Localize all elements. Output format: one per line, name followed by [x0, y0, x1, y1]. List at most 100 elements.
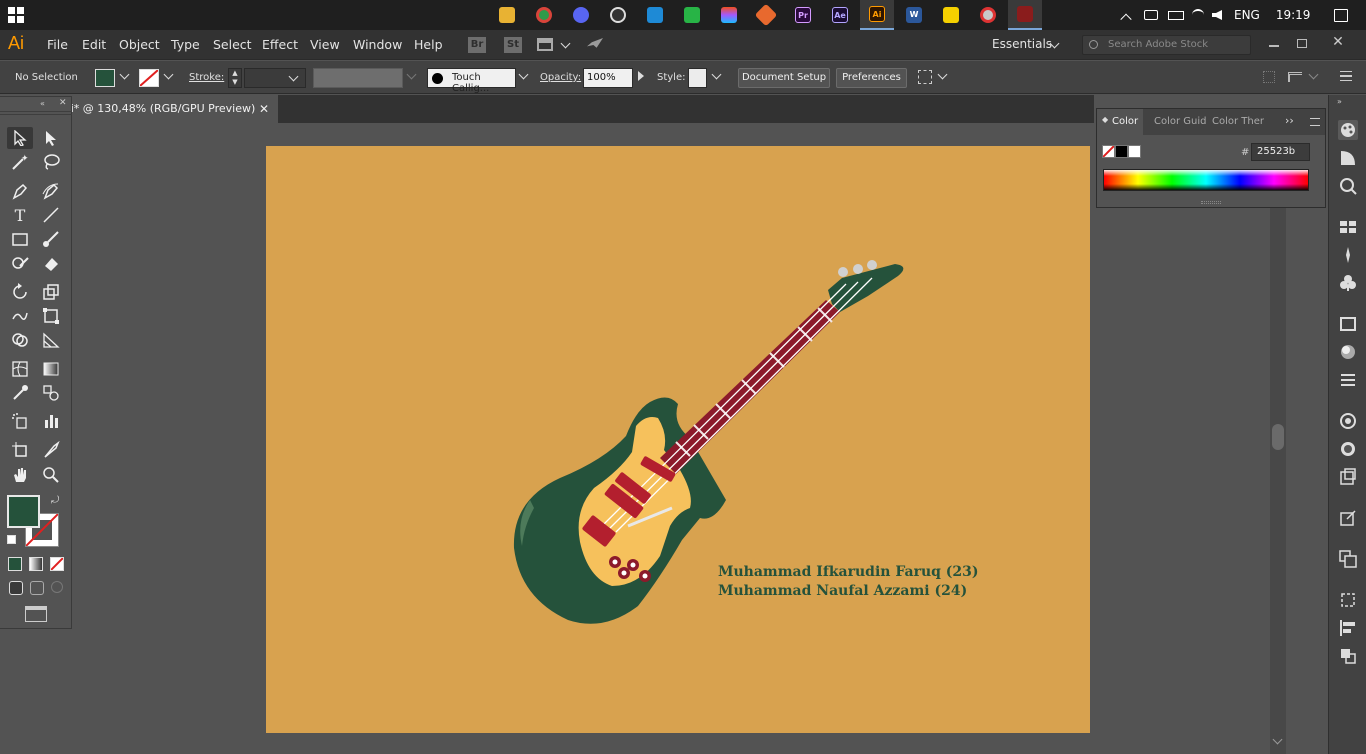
color-mode-button[interactable]: [8, 557, 22, 571]
menu-view[interactable]: View: [310, 37, 340, 52]
chevron-up-icon[interactable]: [1120, 13, 1132, 25]
menu-help[interactable]: Help: [414, 37, 443, 52]
menu-window[interactable]: Window: [353, 37, 402, 52]
menu-type[interactable]: Type: [171, 37, 200, 52]
chevron-down-icon[interactable]: [560, 38, 571, 49]
close-window-button[interactable]: ✕: [1326, 34, 1350, 52]
clock[interactable]: 19:19: [1276, 8, 1311, 22]
graphic-style-swatch[interactable]: [688, 68, 707, 88]
brush-chevron-icon[interactable]: [518, 69, 529, 80]
credit-line[interactable]: Muhammad Naufal Azzami (24): [718, 583, 967, 599]
gradient-mode-button[interactable]: [29, 557, 43, 571]
rectangle-tool-icon[interactable]: [7, 228, 33, 250]
stock-button[interactable]: St: [504, 37, 522, 53]
transform-panel-icon[interactable]: [1338, 590, 1358, 610]
direct-selection-tool-icon[interactable]: [38, 127, 64, 149]
stroke-weight-input[interactable]: [244, 68, 306, 88]
after-effects-icon[interactable]: Ae: [823, 0, 857, 30]
white-swatch[interactable]: [1128, 145, 1141, 158]
word-icon[interactable]: W: [897, 0, 931, 30]
orange-app-icon[interactable]: [749, 0, 783, 30]
transparency-icon[interactable]: [1338, 370, 1358, 390]
swap-fill-stroke-icon[interactable]: ⤾: [51, 495, 59, 506]
select-similar-icon[interactable]: [918, 70, 932, 84]
draw-behind-icon[interactable]: [30, 581, 44, 595]
line-tool-icon[interactable]: [38, 204, 64, 226]
align-icon[interactable]: [1263, 71, 1275, 83]
gradient-panel-icon[interactable]: [1338, 342, 1358, 362]
notifications-icon[interactable]: [1334, 8, 1349, 22]
active-app-icon[interactable]: [1008, 0, 1042, 30]
document-setup-button[interactable]: Document Setup: [738, 68, 830, 88]
selection-tool-icon[interactable]: [7, 127, 33, 149]
type-tool-icon[interactable]: T: [7, 204, 33, 226]
warp-tool-icon[interactable]: [7, 305, 33, 327]
color-panel-icon[interactable]: [1338, 120, 1358, 140]
eyedropper-tool-icon[interactable]: [7, 382, 33, 404]
more-tabs-icon[interactable]: ››: [1285, 114, 1294, 127]
panel-tab-color[interactable]: ◆ Color: [1097, 109, 1143, 135]
paintbrush-tool-icon[interactable]: [38, 228, 64, 250]
align-panel-icon[interactable]: [1338, 618, 1358, 638]
pen-tool-icon[interactable]: [7, 180, 33, 202]
panel-close-icon[interactable]: ✕: [59, 98, 67, 108]
language-indicator[interactable]: ENG: [1234, 8, 1260, 22]
menu-object[interactable]: Object: [119, 37, 160, 52]
panel-menu-icon[interactable]: [1310, 118, 1320, 126]
draw-normal-icon[interactable]: [9, 581, 23, 595]
eraser-tool-icon[interactable]: [38, 252, 64, 274]
shape-builder-tool-icon[interactable]: [7, 329, 33, 351]
bridge-button[interactable]: Br: [468, 37, 486, 53]
hex-input[interactable]: 25523b: [1251, 143, 1310, 161]
menu-edit[interactable]: Edit: [82, 37, 106, 52]
scroll-down-icon[interactable]: [1272, 734, 1283, 745]
mesh-tool-icon[interactable]: [7, 358, 33, 380]
panel-collapse-icon[interactable]: «: [40, 99, 45, 108]
battery-icon[interactable]: [1168, 10, 1184, 20]
pathfinder-icon[interactable]: [1338, 646, 1358, 666]
scrollbar-thumb[interactable]: [1272, 424, 1284, 450]
opacity-expand-icon[interactable]: [638, 71, 644, 81]
red-app-icon[interactable]: [971, 0, 1005, 30]
export-icon[interactable]: [1338, 508, 1358, 528]
panel-tab-color-themes[interactable]: Color Ther: [1212, 116, 1264, 127]
obs-icon[interactable]: [601, 0, 635, 30]
panel-menu-icon[interactable]: [1340, 71, 1352, 81]
close-tab-icon[interactable]: ✕: [259, 95, 269, 123]
menu-file[interactable]: File: [47, 37, 68, 52]
guitar-illustration[interactable]: [266, 146, 1090, 733]
profile-chevron-icon[interactable]: [406, 69, 417, 80]
none-swatch[interactable]: [1102, 145, 1115, 158]
transform-chevron-icon[interactable]: [1308, 69, 1319, 80]
symbols-icon[interactable]: [1338, 273, 1358, 293]
stroke-chevron-icon[interactable]: [163, 69, 174, 80]
artboard[interactable]: Muhammad Ifkarudin Faruq (23) Muhammad N…: [266, 146, 1090, 733]
swatches-icon[interactable]: [1338, 217, 1358, 237]
canvas-vertical-scrollbar[interactable]: [1270, 124, 1286, 754]
color-guide-icon[interactable]: [1338, 148, 1358, 168]
illustrator-taskbar-icon[interactable]: Ai: [860, 0, 894, 30]
gradient-tool-icon[interactable]: [38, 358, 64, 380]
menu-select[interactable]: Select: [213, 37, 252, 52]
discord-icon[interactable]: [564, 0, 598, 30]
stroke-panel-icon[interactable]: [1338, 314, 1358, 334]
free-transform-tool-icon[interactable]: [38, 305, 64, 327]
menu-effect[interactable]: Effect: [262, 37, 298, 52]
file-explorer-icon[interactable]: [490, 0, 524, 30]
column-graph-tool-icon[interactable]: [38, 410, 64, 432]
perspective-grid-tool-icon[interactable]: [38, 329, 64, 351]
opacity-input[interactable]: 100%: [583, 68, 633, 88]
zoom-tool-icon[interactable]: [38, 464, 64, 486]
fill-swatch[interactable]: [95, 69, 115, 87]
fill-color-box[interactable]: [7, 495, 40, 528]
fill-chevron-icon[interactable]: [119, 69, 130, 80]
stock-search-input[interactable]: Search Adobe Stock: [1082, 35, 1251, 55]
draw-inside-icon[interactable]: [51, 581, 63, 593]
rotate-tool-icon[interactable]: [7, 281, 33, 303]
symbol-sprayer-tool-icon[interactable]: [7, 410, 33, 432]
style-chevron-icon[interactable]: [711, 69, 722, 80]
color-spectrum[interactable]: [1103, 169, 1309, 191]
stroke-swatch[interactable]: [139, 69, 159, 87]
figma-icon[interactable]: [712, 0, 746, 30]
black-swatch[interactable]: [1115, 145, 1128, 158]
